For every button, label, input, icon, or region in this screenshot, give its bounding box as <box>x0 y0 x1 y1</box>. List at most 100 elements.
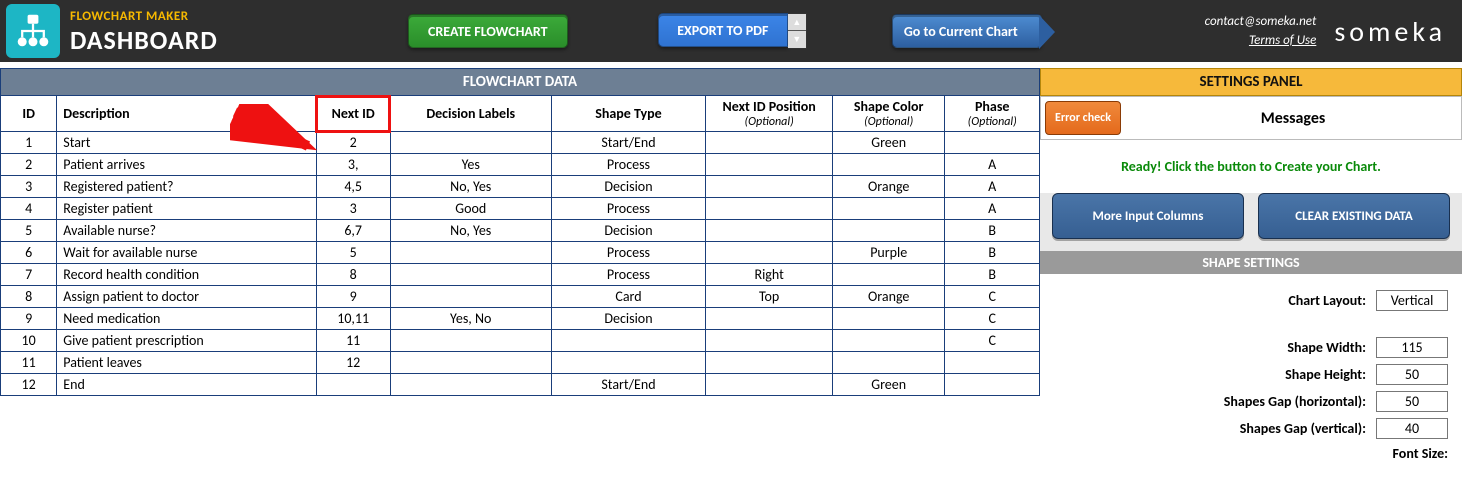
cell-shape[interactable]: Start/End <box>551 374 706 396</box>
cell-color[interactable] <box>832 264 945 286</box>
cell-next[interactable]: 9 <box>316 286 390 308</box>
cell-shape[interactable]: Process <box>551 154 706 176</box>
gap-h-field[interactable]: 50 <box>1376 391 1448 412</box>
cell-pos[interactable] <box>706 176 833 198</box>
cell-shape[interactable]: Start/End <box>551 132 706 154</box>
cell-phase[interactable]: C <box>945 308 1040 330</box>
cell-phase[interactable]: B <box>945 242 1040 264</box>
cell-shape[interactable]: Process <box>551 242 706 264</box>
spinner-up-icon[interactable]: ▲ <box>788 14 806 31</box>
cell-phase[interactable] <box>945 352 1040 374</box>
cell-next[interactable]: 4,5 <box>316 176 390 198</box>
terms-link[interactable]: Terms of Use <box>1205 31 1317 51</box>
export-spinner[interactable]: ▲ ▼ <box>788 13 807 49</box>
cell-phase[interactable]: C <box>945 330 1040 352</box>
cell-dec[interactable] <box>390 286 551 308</box>
cell-shape[interactable] <box>551 352 706 374</box>
cell-dec[interactable]: Good <box>390 198 551 220</box>
export-pdf-button[interactable]: EXPORT TO PDF <box>658 13 788 47</box>
cell-dec[interactable] <box>390 264 551 286</box>
cell-next[interactable]: 2 <box>316 132 390 154</box>
cell-dec[interactable] <box>390 352 551 374</box>
cell-id[interactable]: 2 <box>1 154 57 176</box>
cell-color[interactable]: Green <box>832 132 945 154</box>
cell-next[interactable]: 10,11 <box>316 308 390 330</box>
cell-desc[interactable]: Assign patient to doctor <box>57 286 316 308</box>
cell-desc[interactable]: Patient arrives <box>57 154 316 176</box>
table-row[interactable]: 7Record health condition8ProcessRightB <box>1 264 1040 286</box>
shape-width-field[interactable]: 115 <box>1376 337 1448 358</box>
cell-pos[interactable] <box>706 352 833 374</box>
cell-pos[interactable] <box>706 198 833 220</box>
cell-id[interactable]: 9 <box>1 308 57 330</box>
go-to-chart-button[interactable]: Go to Current Chart <box>892 14 1042 48</box>
cell-color[interactable]: Orange <box>832 286 945 308</box>
cell-pos[interactable] <box>706 242 833 264</box>
cell-id[interactable]: 12 <box>1 374 57 396</box>
cell-pos[interactable] <box>706 308 833 330</box>
cell-shape[interactable]: Process <box>551 198 706 220</box>
cell-desc[interactable]: Record health condition <box>57 264 316 286</box>
table-row[interactable]: 6Wait for available nurse5ProcessPurpleB <box>1 242 1040 264</box>
clear-data-button[interactable]: CLEAR EXISTING DATA <box>1258 193 1450 239</box>
cell-pos[interactable] <box>706 374 833 396</box>
cell-pos[interactable]: Top <box>706 286 833 308</box>
cell-shape[interactable]: Decision <box>551 308 706 330</box>
cell-id[interactable]: 5 <box>1 220 57 242</box>
table-row[interactable]: 11Patient leaves12 <box>1 352 1040 374</box>
table-row[interactable]: 8Assign patient to doctor9CardTopOrangeC <box>1 286 1040 308</box>
cell-next[interactable] <box>316 374 390 396</box>
cell-color[interactable] <box>832 220 945 242</box>
cell-color[interactable]: Green <box>832 374 945 396</box>
table-row[interactable]: 2Patient arrives3,YesProcessA <box>1 154 1040 176</box>
cell-dec[interactable] <box>390 242 551 264</box>
cell-desc[interactable]: Register patient <box>57 198 316 220</box>
cell-pos[interactable] <box>706 132 833 154</box>
table-row[interactable]: 3Registered patient?4,5No, YesDecisionOr… <box>1 176 1040 198</box>
cell-next[interactable]: 3 <box>316 198 390 220</box>
cell-color[interactable] <box>832 308 945 330</box>
cell-pos[interactable] <box>706 154 833 176</box>
cell-dec[interactable] <box>390 132 551 154</box>
cell-color[interactable]: Orange <box>832 176 945 198</box>
table-row[interactable]: 10Give patient prescription11 C <box>1 330 1040 352</box>
table-row[interactable]: 4Register patient3GoodProcessA <box>1 198 1040 220</box>
gap-v-field[interactable]: 40 <box>1376 418 1448 439</box>
cell-id[interactable]: 3 <box>1 176 57 198</box>
error-check-button[interactable]: Error check <box>1045 101 1121 135</box>
cell-next[interactable]: 3, <box>316 154 390 176</box>
cell-shape[interactable] <box>551 330 706 352</box>
cell-color[interactable] <box>832 154 945 176</box>
cell-pos[interactable]: Right <box>706 264 833 286</box>
cell-color[interactable] <box>832 198 945 220</box>
cell-desc[interactable]: Give patient prescription <box>57 330 316 352</box>
cell-phase[interactable]: B <box>945 220 1040 242</box>
cell-next[interactable]: 11 <box>316 330 390 352</box>
table-row[interactable]: 12End Start/End Green <box>1 374 1040 396</box>
cell-next[interactable]: 6,7 <box>316 220 390 242</box>
cell-desc[interactable]: Need medication <box>57 308 316 330</box>
flowchart-table[interactable]: ID Description Next ID Decision Labels S… <box>0 95 1040 396</box>
cell-id[interactable]: 10 <box>1 330 57 352</box>
cell-desc[interactable]: Registered patient? <box>57 176 316 198</box>
cell-id[interactable]: 4 <box>1 198 57 220</box>
cell-shape[interactable]: Decision <box>551 220 706 242</box>
cell-dec[interactable]: No, Yes <box>390 220 551 242</box>
cell-next[interactable]: 8 <box>316 264 390 286</box>
cell-desc[interactable]: End <box>57 374 316 396</box>
shape-height-field[interactable]: 50 <box>1376 364 1448 385</box>
table-row[interactable]: 5Available nurse?6,7No, YesDecisionB <box>1 220 1040 242</box>
cell-id[interactable]: 11 <box>1 352 57 374</box>
cell-color[interactable] <box>832 352 945 374</box>
cell-desc[interactable]: Patient leaves <box>57 352 316 374</box>
cell-pos[interactable] <box>706 330 833 352</box>
chart-layout-field[interactable]: Vertical <box>1376 290 1448 311</box>
cell-color[interactable] <box>832 330 945 352</box>
cell-next[interactable]: 12 <box>316 352 390 374</box>
create-flowchart-button[interactable]: CREATE FLOWCHART <box>408 14 568 48</box>
cell-shape[interactable]: Card <box>551 286 706 308</box>
cell-next[interactable]: 5 <box>316 242 390 264</box>
cell-phase[interactable]: C <box>945 286 1040 308</box>
contact-email[interactable]: contact@someka.net <box>1205 12 1317 32</box>
cell-dec[interactable] <box>390 330 551 352</box>
